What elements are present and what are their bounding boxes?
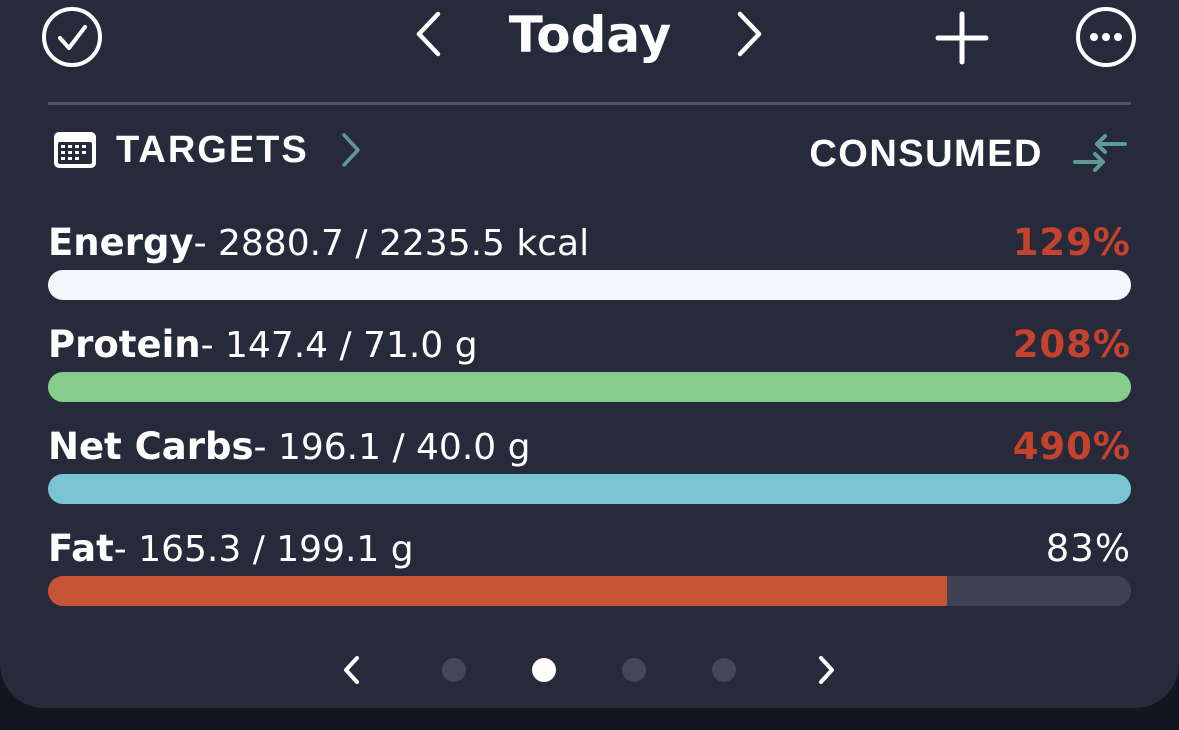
calendar-icon	[52, 130, 98, 170]
add-button[interactable]	[932, 8, 992, 68]
consumed-label: CONSUMED	[809, 132, 1043, 175]
next-day-button[interactable]	[730, 8, 768, 60]
page-dot[interactable]	[532, 658, 556, 682]
consumed-toggle[interactable]: CONSUMED	[809, 128, 1129, 180]
progress-bar	[48, 372, 1131, 402]
progress-bar-fill	[48, 576, 947, 606]
nutrient-values: - 147.4 / 71.0 g	[200, 325, 478, 366]
chevron-right-icon	[339, 131, 363, 169]
nutrient-row-protein[interactable]: Protein- 147.4 / 71.0 g 208%	[48, 322, 1131, 402]
nutrient-name: Net Carbs- 196.1 / 40.0 g	[48, 425, 531, 468]
chevron-right-icon	[819, 656, 834, 684]
progress-bar	[48, 576, 1131, 606]
nutrient-row-energy[interactable]: Energy- 2880.7 / 2235.5 kcal 129%	[48, 220, 1131, 300]
previous-page-button[interactable]	[340, 654, 364, 686]
targets-label: TARGETS	[116, 128, 309, 171]
nutrient-name: Protein- 147.4 / 71.0 g	[48, 323, 478, 366]
more-options-button[interactable]	[1074, 5, 1138, 69]
header-divider	[48, 102, 1131, 105]
nutrient-percent: 83%	[1045, 527, 1131, 570]
next-page-button[interactable]	[814, 654, 838, 686]
nutrient-values: - 2880.7 / 2235.5 kcal	[193, 223, 590, 264]
progress-bar	[48, 474, 1131, 504]
targets-selector[interactable]: TARGETS	[52, 124, 363, 176]
progress-bar-fill	[48, 372, 1131, 402]
previous-day-button[interactable]	[410, 8, 448, 60]
progress-bar-fill	[48, 270, 1131, 300]
page-dot[interactable]	[712, 658, 736, 682]
nutrient-row-net-carbs[interactable]: Net Carbs- 196.1 / 40.0 g 490%	[48, 424, 1131, 504]
nutrient-values: - 196.1 / 40.0 g	[253, 427, 531, 468]
nutrient-name: Energy- 2880.7 / 2235.5 kcal	[48, 221, 590, 264]
targets-card: Today TARGETS CONSUMED Energy- 2880.7 / …	[0, 0, 1179, 708]
more-horizontal-icon	[1076, 7, 1136, 67]
nutrient-row-fat[interactable]: Fat- 165.3 / 199.1 g 83%	[48, 526, 1131, 606]
page-title[interactable]: Today	[470, 2, 710, 68]
chevron-left-icon	[344, 656, 359, 684]
swap-arrows-icon	[1071, 134, 1129, 174]
chevron-right-icon	[737, 11, 762, 57]
progress-bar-fill	[48, 474, 1131, 504]
nutrient-percent: 490%	[1012, 425, 1131, 468]
page-dot[interactable]	[442, 658, 466, 682]
nutrient-name: Fat- 165.3 / 199.1 g	[48, 527, 414, 570]
chevron-left-icon	[416, 11, 441, 57]
check-circle-icon[interactable]	[40, 5, 104, 69]
nutrient-percent: 208%	[1012, 323, 1131, 366]
plus-icon	[935, 11, 989, 65]
page-dot[interactable]	[622, 658, 646, 682]
progress-bar	[48, 270, 1131, 300]
page-indicator	[340, 650, 840, 690]
nutrient-percent: 129%	[1012, 221, 1131, 264]
nutrient-values: - 165.3 / 199.1 g	[113, 529, 414, 570]
